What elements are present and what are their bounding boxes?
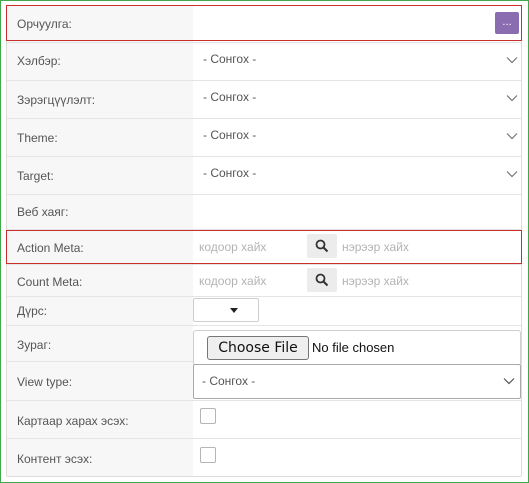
file-status: No file chosen bbox=[312, 340, 395, 355]
card-view-checkbox[interactable] bbox=[200, 408, 216, 424]
field-label: Веб хаяг: bbox=[17, 205, 69, 219]
helber-select[interactable]: - Сонгох - bbox=[193, 43, 521, 80]
field-label: Зураг: bbox=[17, 338, 52, 352]
settings-form: Орчуулга: ... Хэлбэр: - Сонгох - Зэрэгцү… bbox=[6, 5, 522, 477]
field-label: Theme: bbox=[17, 131, 58, 145]
select-value: - Сонгох - bbox=[203, 52, 257, 66]
select-value: - Сонгох - bbox=[202, 374, 256, 388]
row-zurag: Зураг: Choose File No file chosen bbox=[7, 326, 521, 366]
chevron-down-icon bbox=[505, 53, 519, 67]
field-label: Дүрс: bbox=[17, 304, 48, 318]
zeregtsuulelt-select[interactable]: - Сонгох - bbox=[193, 81, 521, 118]
code-search-input[interactable]: кодоор хайх bbox=[199, 274, 266, 288]
target-select[interactable]: - Сонгох - bbox=[193, 157, 521, 194]
content-checkbox[interactable] bbox=[200, 447, 216, 463]
row-target: Target: - Сонгох - bbox=[7, 157, 521, 195]
highlight-orchuulga bbox=[6, 5, 522, 41]
row-helber: Хэлбэр: - Сонгох - bbox=[7, 43, 521, 81]
select-value: - Сонгох - bbox=[203, 166, 257, 180]
field-label: Контент эсэх: bbox=[17, 452, 93, 466]
view-type-select[interactable]: - Сонгох - bbox=[193, 364, 521, 399]
file-input: Choose File No file chosen bbox=[193, 330, 521, 366]
web-address-input[interactable] bbox=[193, 195, 521, 229]
field-label: Зэрэгцүүлэлт: bbox=[17, 93, 96, 107]
name-search-input[interactable]: нэрээр хайх bbox=[342, 274, 409, 288]
row-view-type: View type: - Сонгох - bbox=[7, 362, 521, 401]
chevron-down-icon bbox=[505, 91, 519, 105]
row-kartaar: Картаар харах эсэх: bbox=[7, 401, 521, 439]
field-label: Картаар харах эсэх: bbox=[17, 414, 129, 428]
chevron-down-icon bbox=[505, 129, 519, 143]
caret-down-icon bbox=[230, 308, 238, 313]
highlight-action-meta bbox=[6, 230, 522, 264]
row-web-hayag: Веб хаяг: bbox=[7, 195, 521, 230]
row-count-meta: Count Meta: кодоор хайх нэрээр хайх bbox=[7, 265, 521, 297]
chevron-down-icon bbox=[502, 374, 516, 388]
field-label: Target: bbox=[17, 169, 54, 183]
row-zeregtsuulelt: Зэрэгцүүлэлт: - Сонгох - bbox=[7, 81, 521, 119]
row-kontent: Контент эсэх: bbox=[7, 439, 521, 476]
search-icon bbox=[315, 273, 329, 287]
row-theme: Theme: - Сонгох - bbox=[7, 119, 521, 157]
row-durs: Дүрс: bbox=[7, 297, 521, 326]
choose-file-button[interactable]: Choose File bbox=[207, 336, 309, 360]
select-value: - Сонгох - bbox=[203, 128, 257, 142]
chevron-down-icon bbox=[505, 167, 519, 181]
field-label: Count Meta: bbox=[17, 275, 83, 289]
field-label: Хэлбэр: bbox=[17, 54, 61, 68]
search-button[interactable] bbox=[307, 268, 337, 292]
icon-picker-dropdown[interactable] bbox=[193, 298, 259, 322]
theme-select[interactable]: - Сонгох - bbox=[193, 119, 521, 156]
select-value: - Сонгох - bbox=[203, 90, 257, 104]
field-label: View type: bbox=[17, 375, 73, 389]
